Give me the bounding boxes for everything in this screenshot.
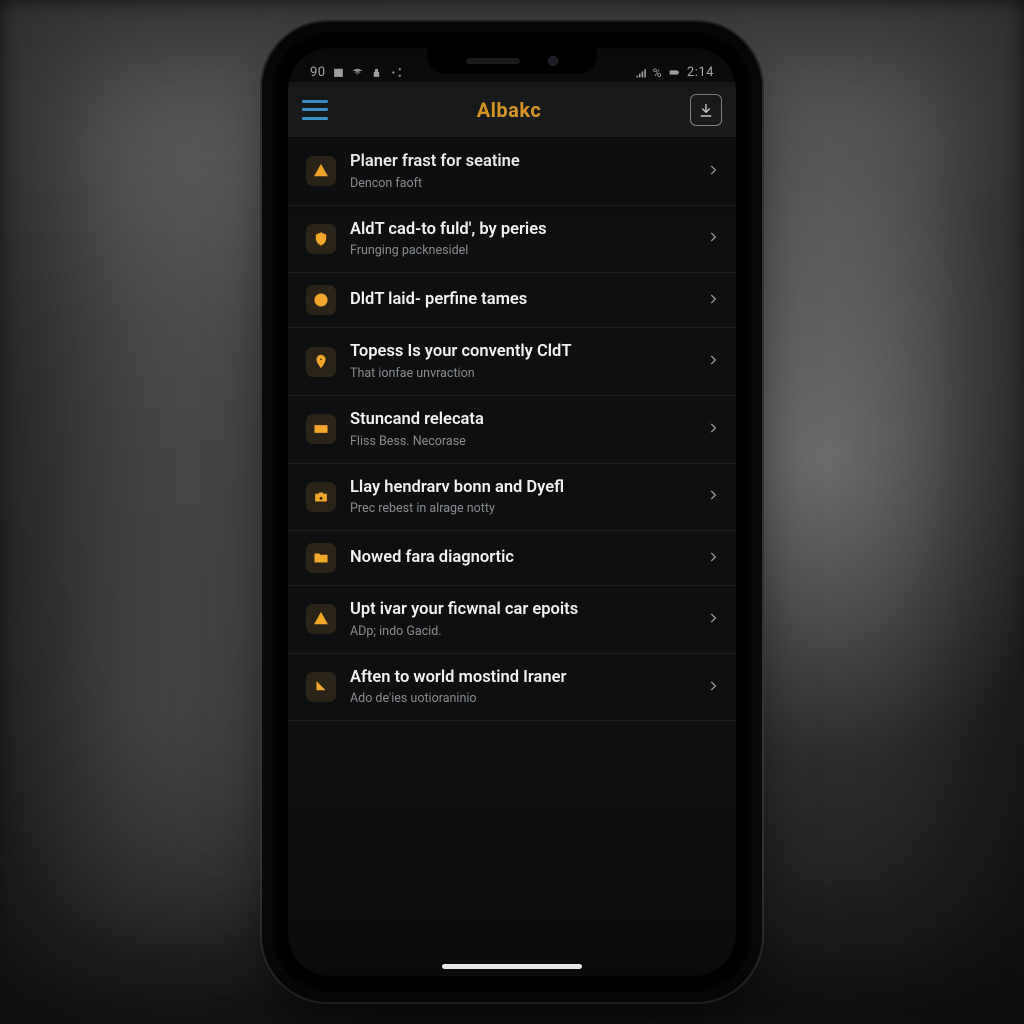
phone-notch <box>427 48 597 74</box>
list-item-title: Llay hendrarv bonn and Dyefl <box>350 478 692 499</box>
download-button[interactable] <box>690 94 722 126</box>
menu-button[interactable] <box>302 100 328 120</box>
list-item[interactable]: Llay hendrarv bonn and Dyefl Prec rebest … <box>288 464 736 532</box>
list-item[interactable]: Upt ivar your ficwnal car epoits ADp; ind… <box>288 586 736 654</box>
list-item-title: DldT laid- perfine tames <box>350 290 692 311</box>
list-item-subtitle: Frunging packnesidel <box>350 243 692 258</box>
folder-icon <box>306 543 336 573</box>
list-item-title: Upt ivar your ficwnal car epoits <box>350 600 692 621</box>
chevron-right-icon <box>706 487 720 506</box>
signal-icon <box>634 66 647 79</box>
app-header: Albakc <box>288 82 736 138</box>
share-icon <box>389 66 402 79</box>
clock-icon <box>306 285 336 315</box>
list-item-title: Nowed fara diagnortic <box>350 548 692 569</box>
chevron-right-icon <box>706 678 720 697</box>
status-left-number: 90 <box>310 65 326 80</box>
list-item-title: Stuncand relecata <box>350 410 692 431</box>
chevron-right-icon <box>706 162 720 181</box>
list-item[interactable]: Stuncand relecata Fliss Bess. Necorase <box>288 396 736 464</box>
list-item-subtitle: Prec rebest in alrage notty <box>350 501 692 516</box>
shield-icon <box>306 224 336 254</box>
warning-icon <box>306 604 336 634</box>
camera-icon <box>306 482 336 512</box>
chevron-right-icon <box>706 229 720 248</box>
chevron-right-icon <box>706 420 720 439</box>
chevron-right-icon <box>706 610 720 629</box>
list-item-subtitle: Dencon faoft <box>350 176 692 191</box>
list-item-title: Aften to world mostind Iraner <box>350 668 692 689</box>
chevron-right-icon <box>706 352 720 371</box>
list-item[interactable]: AldT cad-to fuld', by peries Frunging pac… <box>288 206 736 274</box>
list-item-title: Topess Is your convently CldT <box>350 342 692 363</box>
app-title: Albakc <box>477 98 542 122</box>
list-item[interactable]: Topess Is your convently CldT That ionfae… <box>288 328 736 396</box>
list-item[interactable]: DldT laid- perfine tames <box>288 273 736 328</box>
list-item-subtitle: ADp; indo Gacid. <box>350 624 692 639</box>
status-time: 2:14 <box>687 65 714 80</box>
list-item-subtitle: That ionfae unvraction <box>350 366 692 381</box>
home-indicator[interactable] <box>442 964 582 969</box>
chevron-right-icon <box>706 291 720 310</box>
menu-list[interactable]: Planer frast for seatine Dencon faoft AldT… <box>288 138 736 976</box>
battery-icon <box>668 66 681 79</box>
calendar-icon <box>332 66 345 79</box>
phone-screen: 90 % 2:14 Albakc Planer fr <box>288 48 736 976</box>
list-item[interactable]: Planer frast for seatine Dencon faoft <box>288 138 736 206</box>
warning-icon <box>306 156 336 186</box>
lock-icon <box>370 66 383 79</box>
list-item[interactable]: Aften to world mostind Iraner Ado de'ies … <box>288 654 736 722</box>
list-item-subtitle: Ado de'ies uotioraninio <box>350 691 692 706</box>
list-item-title: Planer frast for seatine <box>350 152 692 173</box>
card-icon <box>306 414 336 444</box>
corner-icon <box>306 672 336 702</box>
list-item[interactable]: Nowed fara diagnortic <box>288 531 736 586</box>
percent-icon: % <box>653 66 662 80</box>
pin-icon <box>306 347 336 377</box>
phone-mockup: 90 % 2:14 Albakc Planer fr <box>272 32 752 992</box>
chevron-right-icon <box>706 549 720 568</box>
wifi-icon <box>351 66 364 79</box>
list-item-subtitle: Fliss Bess. Necorase <box>350 434 692 449</box>
list-item-title: AldT cad-to fuld', by peries <box>350 220 692 241</box>
